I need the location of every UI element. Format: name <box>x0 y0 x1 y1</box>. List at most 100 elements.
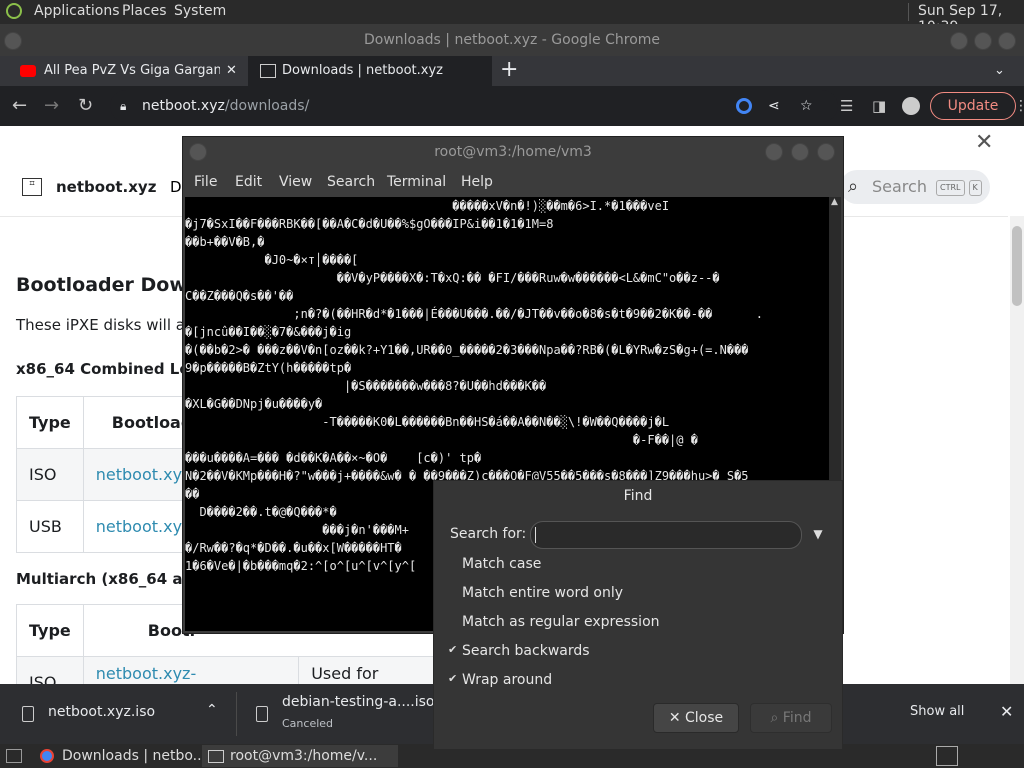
gnome-foot-icon[interactable] <box>6 3 22 19</box>
task-label: root@vm3:/home/v... <box>230 748 378 764</box>
new-tab-button[interactable]: + <box>500 56 518 84</box>
show-desktop-icon[interactable] <box>6 749 22 763</box>
lock-icon: 🔒︎ <box>120 99 127 113</box>
search-for-label: Search for: <box>450 526 527 542</box>
minimize-icon[interactable] <box>765 143 783 161</box>
find-label: Find <box>782 710 812 726</box>
show-all-button[interactable]: Show all <box>910 704 964 719</box>
back-icon[interactable]: ← <box>12 86 27 126</box>
terminal-line: �J0~�×т│����[ <box>185 253 359 267</box>
close-button[interactable]: ✕ Close <box>653 703 739 733</box>
tab-close-icon[interactable]: ✕ <box>226 56 237 86</box>
share-icon[interactable]: ⋖ <box>768 90 780 122</box>
site-title[interactable]: netboot.xyz <box>56 178 156 196</box>
system-menu[interactable]: System <box>174 3 226 19</box>
find-button[interactable]: ⌕ Find <box>750 703 832 733</box>
intro-text: These iPXE disks will au <box>16 316 195 334</box>
terminal-line: -T�����K0�L������Bn��HS�á��A��N��░\!�W��… <box>185 415 670 429</box>
terminal-line: �-F��|@ � <box>185 433 698 447</box>
kbd-k: K <box>968 179 982 196</box>
download-item[interactable]: netboot.xyz.iso ⌃ <box>0 684 236 744</box>
maximize-icon[interactable] <box>974 32 992 50</box>
page-scrollbar[interactable] <box>1010 216 1024 684</box>
youtube-icon <box>20 65 36 77</box>
scroll-up-icon[interactable]: ▲ <box>831 197 838 207</box>
terminal-line: 9�p�����B�ZtY(h�����tp� <box>185 361 352 375</box>
download-link[interactable]: netboot.xyz-multiarch.iso <box>82 656 300 684</box>
find-search-input[interactable] <box>530 521 802 549</box>
tab-search-icon[interactable]: ⌄ <box>994 56 1005 86</box>
profile-avatar-icon[interactable] <box>902 97 920 115</box>
task-chrome[interactable]: Downloads | netbo... <box>34 745 222 767</box>
find-dialog-title[interactable]: Find <box>434 481 842 511</box>
option-label: Wrap around <box>462 672 553 688</box>
forward-icon[interactable]: → <box>44 86 59 126</box>
terminal-line: �[jncû��I��░�7�&���j�ig <box>185 325 352 339</box>
close-downloads-icon[interactable]: ✕ <box>1000 702 1013 721</box>
site-logo-icon[interactable]: ⌗ <box>22 178 42 196</box>
search-button[interactable]: ⌕ Search CTRL K <box>840 170 990 204</box>
cell-type: ISO <box>16 448 84 501</box>
nav-link[interactable]: D <box>170 178 182 196</box>
download-status: Canceled <box>282 717 334 730</box>
menu-view[interactable]: View <box>279 174 312 190</box>
col-type: Type <box>16 396 84 449</box>
reload-icon[interactable]: ↻ <box>78 86 93 126</box>
chevron-up-icon[interactable]: ⌃ <box>206 702 218 718</box>
checkbox-box <box>448 558 458 568</box>
chrome-window-title: Downloads | netboot.xyz - Google Chrome <box>363 32 661 48</box>
task-terminal[interactable]: root@vm3:/home/v... <box>202 745 398 767</box>
top-panel: Applications Places System Sun Sep 17, 1… <box>0 0 1024 35</box>
maximize-icon[interactable] <box>791 143 809 161</box>
checkbox-box <box>448 616 458 626</box>
menu-search[interactable]: Search <box>327 174 375 190</box>
tab-label: Downloads | netboot.xyz <box>282 63 443 78</box>
side-panel-icon[interactable]: ◨ <box>872 86 886 126</box>
checkbox-box <box>448 587 458 597</box>
bookmark-star-icon[interactable]: ☆ <box>800 90 813 122</box>
close-window-icon[interactable] <box>817 143 835 161</box>
address-bar[interactable]: 🔒︎ netboot.xyz/downloads/ ⋖ ☆ <box>110 90 838 122</box>
terminal-line: ;n�?�(��HR�d*�1���|É���U���.��/�JT��v��o… <box>185 307 763 321</box>
tab-pvz[interactable]: All Pea PvZ Vs Giga Gargantua ✕ <box>10 56 246 86</box>
menu-help[interactable]: Help <box>461 174 493 190</box>
terminal-title: root@vm3:/home/vm3 <box>434 144 592 160</box>
terminal-line: �(��b�2>� ���z��V�n[oz��k?+Y1��,UR��0_��… <box>185 343 749 357</box>
section-heading: Multiarch (x86_64 and <box>16 570 204 588</box>
workspace-icon[interactable] <box>936 746 958 766</box>
tab-downloads[interactable]: Downloads | netboot.xyz <box>248 56 492 86</box>
close-icon: ✕ <box>668 710 681 726</box>
file-icon <box>22 706 34 722</box>
update-button[interactable]: Update <box>930 92 1016 120</box>
window-dot-left-icon <box>4 32 22 50</box>
tab-label: All Pea PvZ Vs Giga Gargantua <box>44 63 220 78</box>
terminal-icon <box>208 750 224 763</box>
download-item[interactable]: debian-testing-a....iso Canceled <box>238 684 458 744</box>
minimize-icon[interactable] <box>950 32 968 50</box>
media-icon[interactable]: ☰ <box>840 86 853 126</box>
more-menu-icon[interactable]: ⋮ <box>1014 86 1024 126</box>
applications-menu[interactable]: Applications <box>34 3 120 19</box>
cell-type: USB <box>16 500 84 553</box>
col-type: Type <box>16 604 84 657</box>
window-dot-left-icon <box>189 143 207 161</box>
download-filename: debian-testing-a....iso <box>282 694 435 710</box>
scroll-thumb[interactable] <box>1012 226 1022 306</box>
chevron-down-icon[interactable]: ▼ <box>806 521 830 547</box>
search-placeholder: Search <box>872 177 927 196</box>
search-icon: ⌕ <box>770 710 779 726</box>
places-menu[interactable]: Places <box>122 3 167 19</box>
terminal-titlebar[interactable]: root@vm3:/home/vm3 <box>183 137 843 167</box>
chrome-titlebar[interactable]: Downloads | netboot.xyz - Google Chrome <box>0 24 1024 56</box>
menu-terminal[interactable]: Terminal <box>387 174 446 190</box>
url-host: netboot.xyz <box>142 98 225 114</box>
task-label: Downloads | netbo... <box>62 748 207 764</box>
option-label: Match case <box>462 556 542 572</box>
cell-description: Used for CD/DVD, <box>298 656 456 684</box>
close-label: Close <box>685 710 724 726</box>
close-window-icon[interactable] <box>998 32 1016 50</box>
menu-edit[interactable]: Edit <box>235 174 262 190</box>
checkbox-box: ✔ <box>448 643 458 656</box>
menu-file[interactable]: File <box>194 174 217 190</box>
google-icon[interactable] <box>736 98 752 114</box>
